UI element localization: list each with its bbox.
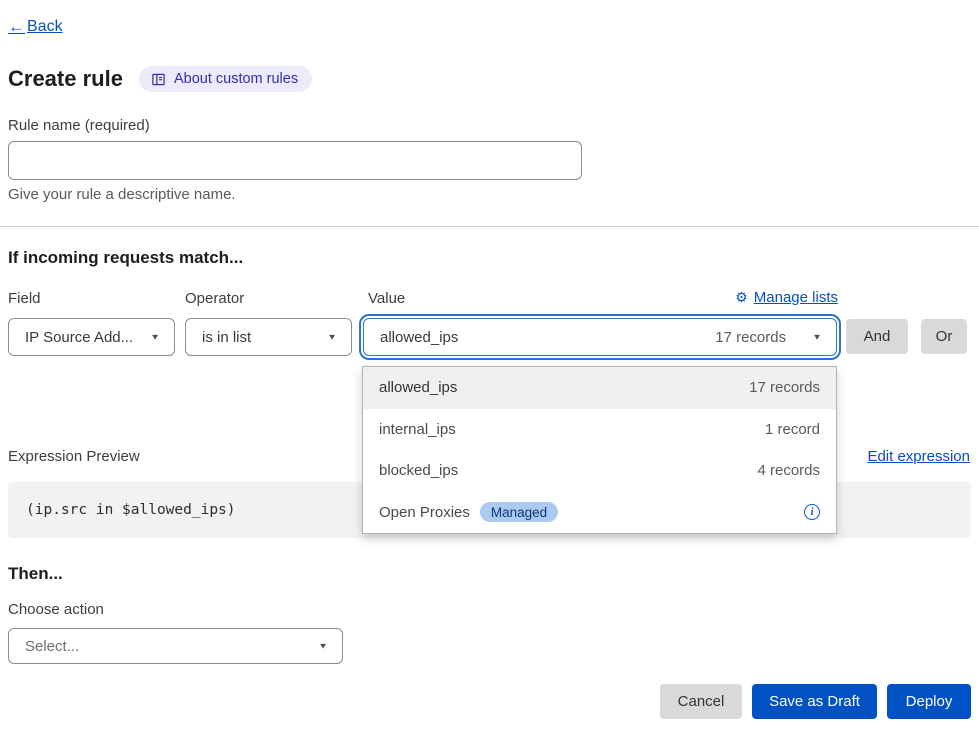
value-dropdown-panel: allowed_ips 17 records internal_ips 1 re…: [362, 366, 837, 534]
back-arrow-icon: ←: [8, 17, 25, 37]
value-select-value: allowed_ips: [380, 329, 458, 346]
rule-name-input[interactable]: [8, 141, 582, 180]
back-link[interactable]: ← Back: [8, 17, 63, 37]
edit-expression-link[interactable]: Edit expression: [867, 448, 970, 465]
deploy-button[interactable]: Deploy: [887, 684, 971, 719]
section-divider: [0, 226, 979, 227]
field-select-value: IP Source Add...: [25, 329, 133, 346]
rule-name-label: Rule name (required): [8, 117, 150, 134]
page-title: Create rule: [8, 66, 123, 92]
manage-lists-label: Manage lists: [754, 289, 838, 306]
managed-badge: Managed: [480, 502, 558, 522]
chevron-down-icon: ▼: [327, 333, 337, 342]
chevron-down-icon: ▼: [318, 642, 328, 651]
manage-lists-link[interactable]: ⚙ Manage lists: [735, 289, 838, 306]
list-item-count: 17 records: [749, 379, 820, 396]
info-icon[interactable]: i: [804, 504, 820, 520]
list-item-name: allowed_ips: [379, 379, 457, 396]
value-select[interactable]: allowed_ips 17 records ▼: [363, 318, 837, 356]
expression-code: (ip.src in $allowed_ips): [26, 502, 236, 518]
operator-select-value: is in list: [202, 329, 251, 346]
list-item-blocked-ips[interactable]: blocked_ips 4 records: [363, 450, 836, 492]
action-select-placeholder: Select...: [25, 638, 79, 655]
and-button[interactable]: And: [846, 319, 908, 354]
list-item-name: blocked_ips: [379, 462, 458, 479]
match-heading: If incoming requests match...: [8, 248, 243, 268]
value-label: Value: [368, 290, 405, 307]
list-item-allowed-ips[interactable]: allowed_ips 17 records: [363, 367, 836, 409]
rule-name-helper: Give your rule a descriptive name.: [8, 186, 236, 203]
list-item-name: internal_ips: [379, 421, 456, 438]
chevron-down-icon: ▼: [150, 333, 160, 342]
choose-action-label: Choose action: [8, 601, 104, 618]
list-item-internal-ips[interactable]: internal_ips 1 record: [363, 409, 836, 451]
about-custom-rules-link[interactable]: About custom rules: [139, 66, 312, 92]
list-item-open-proxies[interactable]: Open Proxies Managed i: [363, 492, 836, 534]
back-label: Back: [27, 18, 63, 36]
gear-icon: ⚙: [735, 289, 748, 306]
action-select[interactable]: Select... ▼: [8, 628, 343, 664]
list-item-count: 4 records: [757, 462, 820, 479]
book-icon: [151, 72, 166, 87]
save-as-draft-button[interactable]: Save as Draft: [752, 684, 877, 719]
title-row: Create rule About custom rules: [8, 66, 312, 92]
field-label: Field: [8, 290, 41, 307]
then-heading: Then...: [8, 564, 63, 584]
value-select-count: 17 records: [715, 329, 812, 346]
or-button[interactable]: Or: [921, 319, 967, 354]
create-rule-page: ← Back Create rule About custom rules Ru…: [0, 0, 979, 739]
cancel-button[interactable]: Cancel: [660, 684, 742, 719]
operator-label: Operator: [185, 290, 244, 307]
expression-preview-label: Expression Preview: [8, 448, 140, 465]
list-item-count: 1 record: [765, 421, 820, 438]
about-badge-label: About custom rules: [174, 71, 298, 87]
operator-select[interactable]: is in list ▼: [185, 318, 352, 356]
list-item-name: Open Proxies: [379, 504, 470, 521]
chevron-down-icon: ▼: [812, 333, 822, 342]
field-select[interactable]: IP Source Add... ▼: [8, 318, 175, 356]
